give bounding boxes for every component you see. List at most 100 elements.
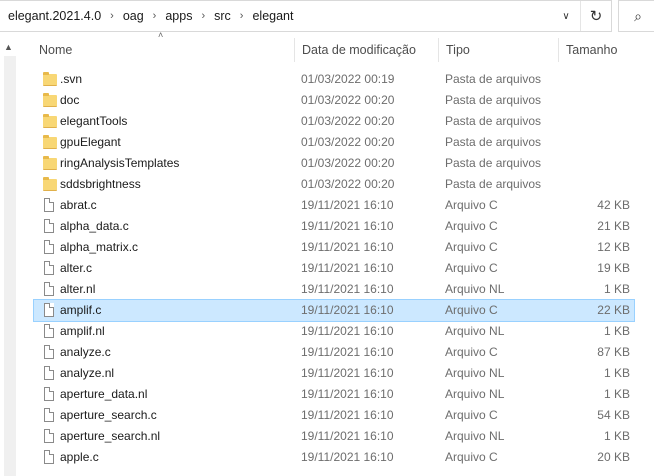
breadcrumb-item-elegant[interactable]: elegant xyxy=(252,9,293,23)
file-name: gpuElegant xyxy=(60,135,121,149)
file-icon xyxy=(44,198,54,212)
file-row[interactable]: gpuElegant 01/03/2022 00:20 Pasta de arqui… xyxy=(34,132,634,153)
file-date: 19/11/2021 16:10 xyxy=(301,282,394,296)
navigation-pane-scrollbar[interactable]: ▲ xyxy=(0,40,20,476)
file-type: Pasta de arquivos xyxy=(445,156,542,170)
chevron-right-icon[interactable]: › xyxy=(153,10,157,22)
column-header-date[interactable]: Data de modificação xyxy=(294,38,440,62)
file-date: 19/11/2021 16:10 xyxy=(301,366,394,380)
file-list: .svn 01/03/2022 00:19 Pasta de arquivos doc… xyxy=(33,69,635,468)
file-row[interactable]: aperture_search.nl 19/11/2021 16:10 Arquiv… xyxy=(34,426,634,447)
file-date: 01/03/2022 00:20 xyxy=(301,177,395,191)
file-icon xyxy=(44,324,54,338)
file-icon xyxy=(44,387,54,401)
column-header: ˄ Nome Data de modificação Tipo Tamanho xyxy=(30,30,654,62)
file-row[interactable]: aperture_data.nl 19/11/2021 16:10 Arquivo … xyxy=(34,384,634,405)
file-size: 42 KB xyxy=(597,198,630,212)
file-name: elegantTools xyxy=(60,114,128,128)
file-size: 54 KB xyxy=(597,408,630,422)
file-name: alpha_matrix.c xyxy=(60,240,139,254)
file-date: 19/11/2021 16:10 xyxy=(301,303,394,317)
file-row[interactable]: .svn 01/03/2022 00:19 Pasta de arquivos xyxy=(34,69,634,90)
breadcrumb-item-src[interactable]: src xyxy=(214,9,231,23)
file-row[interactable]: abrat.c 19/11/2021 16:10 Arquivo C 42 KB xyxy=(34,195,634,216)
folder-icon xyxy=(43,135,57,149)
file-row[interactable]: apple.c 19/11/2021 16:10 Arquivo C 20 KB xyxy=(34,447,634,468)
file-name: analyze.nl xyxy=(60,366,115,380)
file-name: sddsbrightness xyxy=(60,177,141,191)
column-header-name[interactable]: Nome xyxy=(32,38,300,62)
file-type: Pasta de arquivos xyxy=(445,135,542,149)
refresh-icon[interactable]: ↻ xyxy=(580,1,611,31)
file-name: amplif.c xyxy=(60,303,102,317)
file-date: 01/03/2022 00:20 xyxy=(301,93,395,107)
file-size: 20 KB xyxy=(597,450,630,464)
file-type: Arquivo C xyxy=(445,198,498,212)
file-row[interactable]: sddsbrightness 01/03/2022 00:20 Pasta de a… xyxy=(34,174,634,195)
chevron-right-icon[interactable]: › xyxy=(201,10,205,22)
file-date: 19/11/2021 16:10 xyxy=(301,429,394,443)
file-name: ringAnalysisTemplates xyxy=(60,156,180,170)
file-row[interactable]: alter.c 19/11/2021 16:10 Arquivo C 19 KB xyxy=(34,258,634,279)
file-date: 19/11/2021 16:10 xyxy=(301,324,394,338)
file-icon xyxy=(44,219,54,233)
search-icon[interactable]: ⌕ xyxy=(618,0,654,32)
file-row[interactable]: amplif.nl 19/11/2021 16:10 Arquivo NL 1 KB xyxy=(34,321,634,342)
column-header-type[interactable]: Tipo xyxy=(438,38,558,62)
file-icon xyxy=(44,240,54,254)
file-icon xyxy=(44,429,54,443)
file-name: alter.c xyxy=(60,261,93,275)
file-date: 19/11/2021 16:10 xyxy=(301,240,394,254)
file-row[interactable]: alpha_data.c 19/11/2021 16:10 Arquivo C 21 … xyxy=(34,216,634,237)
file-row[interactable]: ringAnalysisTemplates 01/03/2022 00:20 Pas… xyxy=(34,153,634,174)
file-date: 19/11/2021 16:10 xyxy=(301,261,394,275)
folder-icon xyxy=(43,114,57,128)
file-size: 87 KB xyxy=(597,345,630,359)
file-row[interactable]: analyze.nl 19/11/2021 16:10 Arquivo NL 1 KB xyxy=(34,363,634,384)
file-type: Arquivo NL xyxy=(445,324,505,338)
chevron-right-icon[interactable]: › xyxy=(110,10,114,22)
file-size: 1 KB xyxy=(603,366,630,380)
file-row[interactable]: elegantTools 01/03/2022 00:20 Pasta de arq… xyxy=(34,111,634,132)
file-row[interactable]: amplif.c 19/11/2021 16:10 Arquivo C 22 KB xyxy=(33,299,635,322)
breadcrumb-item-root[interactable]: elegant.2021.4.0 xyxy=(8,9,101,23)
chevron-down-icon[interactable]: ∨ xyxy=(552,1,580,31)
file-name: aperture_search.c xyxy=(60,408,157,422)
file-icon xyxy=(44,408,54,422)
folder-icon xyxy=(43,177,57,191)
file-icon xyxy=(44,261,54,275)
address-bar[interactable]: elegant.2021.4.0 › oag › apps › src › el… xyxy=(0,0,612,32)
breadcrumb-item-oag[interactable]: oag xyxy=(123,9,144,23)
file-date: 19/11/2021 16:10 xyxy=(301,450,394,464)
scroll-up-icon[interactable]: ▲ xyxy=(4,42,13,52)
column-header-size[interactable]: Tamanho xyxy=(558,38,650,62)
file-name: apple.c xyxy=(60,450,99,464)
file-name: amplif.nl xyxy=(60,324,105,338)
scrollbar-track[interactable] xyxy=(4,56,16,476)
file-date: 01/03/2022 00:20 xyxy=(301,114,395,128)
file-row[interactable]: analyze.c 19/11/2021 16:10 Arquivo C 87 KB xyxy=(34,342,634,363)
file-type: Arquivo C xyxy=(445,408,498,422)
file-date: 19/11/2021 16:10 xyxy=(301,387,394,401)
file-type: Arquivo C xyxy=(445,261,498,275)
file-name: aperture_data.nl xyxy=(60,387,148,401)
folder-icon xyxy=(43,72,57,86)
file-type: Arquivo NL xyxy=(445,387,505,401)
file-type: Pasta de arquivos xyxy=(445,72,542,86)
file-size: 1 KB xyxy=(603,387,630,401)
breadcrumb-item-apps[interactable]: apps xyxy=(165,9,192,23)
file-name: analyze.c xyxy=(60,345,111,359)
file-name: alpha_data.c xyxy=(60,219,129,233)
file-date: 19/11/2021 16:10 xyxy=(301,198,394,212)
file-row[interactable]: aperture_search.c 19/11/2021 16:10 Arquivo… xyxy=(34,405,634,426)
file-type: Arquivo NL xyxy=(445,282,505,296)
file-type: Pasta de arquivos xyxy=(445,177,542,191)
file-date: 19/11/2021 16:10 xyxy=(301,219,394,233)
file-icon xyxy=(44,366,54,380)
file-row[interactable]: alpha_matrix.c 19/11/2021 16:10 Arquivo C 1… xyxy=(34,237,634,258)
chevron-right-icon[interactable]: › xyxy=(240,10,244,22)
file-row[interactable]: doc 01/03/2022 00:20 Pasta de arquivos xyxy=(34,90,634,111)
file-type: Arquivo C xyxy=(445,450,498,464)
file-date: 19/11/2021 16:10 xyxy=(301,345,394,359)
file-row[interactable]: alter.nl 19/11/2021 16:10 Arquivo NL 1 KB xyxy=(34,279,634,300)
